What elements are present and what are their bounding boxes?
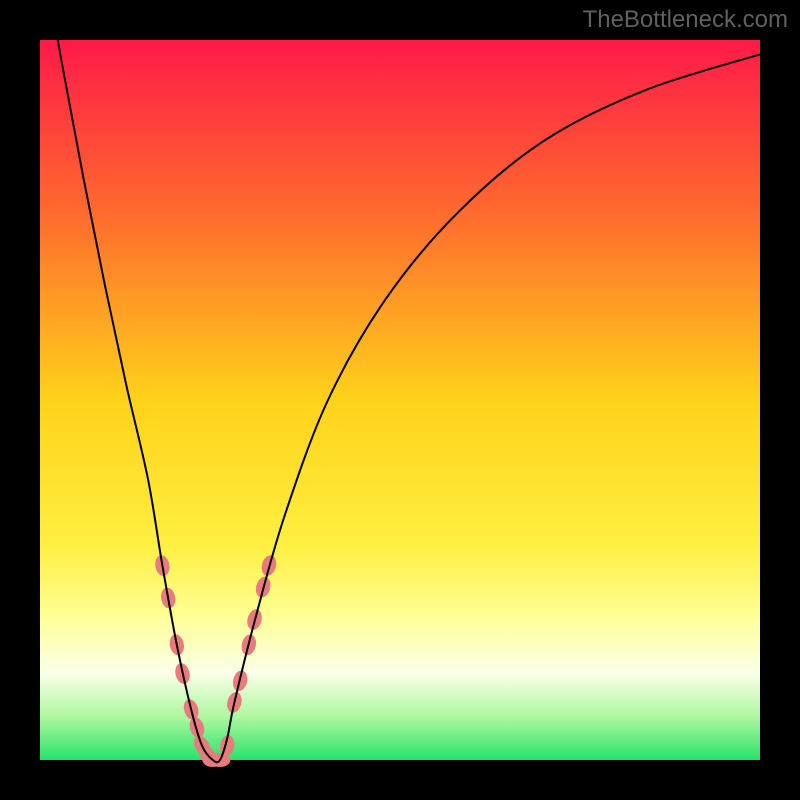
curve-layer — [40, 40, 760, 760]
plot-area — [40, 40, 760, 760]
chart-frame: TheBottleneck.com — [0, 0, 800, 800]
marker-layer — [154, 554, 279, 768]
watermark-text: TheBottleneck.com — [583, 6, 788, 34]
bottleneck-curve — [40, 0, 760, 762]
